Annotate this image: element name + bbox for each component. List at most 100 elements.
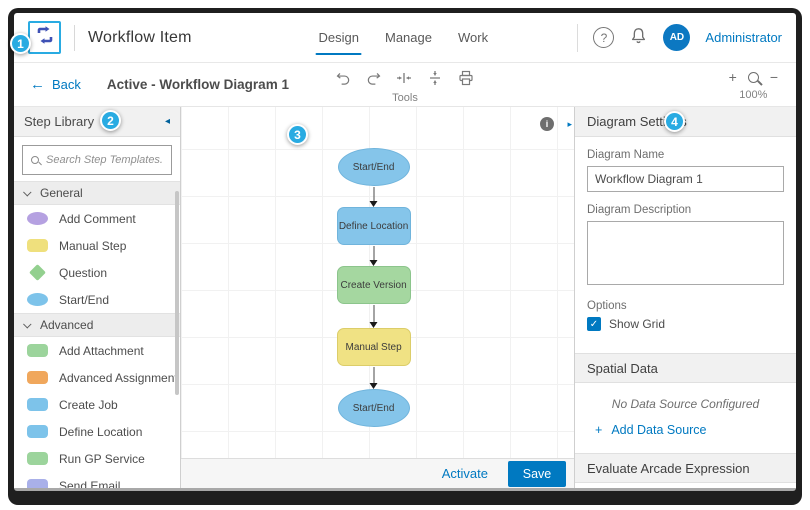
- step-template-define-location[interactable]: Define Location: [14, 418, 180, 445]
- activate-button[interactable]: Activate: [442, 466, 488, 481]
- rect-shape-icon: [27, 425, 48, 438]
- step-template-add-comment[interactable]: Add Comment: [14, 205, 180, 232]
- step-template-manual-step[interactable]: Manual Step: [14, 232, 180, 259]
- step-label: Run GP Service: [59, 452, 145, 466]
- step-library-header: Step Library ◂: [14, 107, 180, 137]
- node-end[interactable]: Start/End: [338, 389, 410, 427]
- flow-arrow: [369, 367, 378, 389]
- diamond-shape-icon: [29, 264, 46, 281]
- expand-panel-icon[interactable]: ▸: [567, 119, 572, 130]
- back-label: Back: [52, 77, 81, 92]
- step-label: Send Email: [59, 479, 120, 489]
- diagram-description-input[interactable]: [587, 221, 784, 285]
- tools-group: Tools: [336, 67, 474, 104]
- zoom-out-button[interactable]: −: [770, 69, 778, 85]
- step-library-title: Step Library: [24, 114, 94, 129]
- diagram-description-label: Diagram Description: [587, 204, 784, 216]
- step-template-create-job[interactable]: Create Job: [14, 391, 180, 418]
- workflow-manager-logo[interactable]: [28, 21, 61, 54]
- avatar[interactable]: AD: [663, 24, 690, 51]
- main-region: Step Library ◂ General Add Comment: [14, 107, 796, 488]
- tab-work[interactable]: Work: [458, 13, 488, 62]
- options-label: Options: [587, 300, 784, 312]
- section-general[interactable]: General: [14, 181, 180, 205]
- align-vertical-icon[interactable]: [427, 70, 443, 86]
- workflow-manager-app: Workflow Item Design Manage Work ? AD Ad…: [14, 13, 796, 491]
- node-label: Start/End: [353, 403, 395, 414]
- username[interactable]: Administrator: [705, 30, 782, 45]
- chevron-down-icon: [23, 320, 31, 328]
- step-template-add-attachment[interactable]: Add Attachment: [14, 337, 180, 364]
- ellipse-shape-icon: [27, 293, 48, 306]
- callout-badge-4: 4: [664, 111, 685, 132]
- callout-badge-2: 2: [100, 110, 121, 131]
- window-frame: Workflow Item Design Manage Work ? AD Ad…: [8, 8, 802, 505]
- rect-shape-icon: [27, 398, 48, 411]
- zoom-in-button[interactable]: +: [729, 69, 737, 85]
- spatial-data-header: Spatial Data: [575, 353, 796, 383]
- step-template-send-email[interactable]: Send Email: [14, 472, 180, 488]
- tab-design[interactable]: Design: [319, 13, 359, 62]
- node-start[interactable]: Start/End: [338, 148, 410, 186]
- step-template-run-gp-service[interactable]: Run GP Service: [14, 445, 180, 472]
- sidebar-scrollbar[interactable]: [175, 191, 179, 395]
- tab-manage[interactable]: Manage: [385, 13, 432, 62]
- step-label: Advanced Assignment: [59, 371, 178, 385]
- node-label: Manual Step: [345, 342, 401, 353]
- spatial-data-title: Spatial Data: [587, 361, 658, 376]
- step-template-advanced-assignment[interactable]: Advanced Assignment: [14, 364, 180, 391]
- save-button[interactable]: Save: [508, 461, 566, 487]
- node-label: Create Version: [340, 280, 406, 291]
- step-search: [22, 145, 172, 175]
- section-advanced[interactable]: Advanced: [14, 313, 180, 337]
- callout-badge-1: 1: [10, 33, 31, 54]
- main-tabs: Design Manage Work: [319, 13, 489, 62]
- search-icon: [31, 156, 39, 164]
- align-horizontal-icon[interactable]: [396, 70, 412, 86]
- search-input[interactable]: [46, 154, 163, 166]
- step-label: Start/End: [59, 293, 109, 307]
- diagram-settings-panel: Diagram Settings Diagram Name Diagram De…: [574, 107, 796, 488]
- node-create-version[interactable]: Create Version: [337, 266, 411, 304]
- node-manual-step[interactable]: Manual Step: [337, 328, 411, 366]
- flow-arrow: [369, 246, 378, 266]
- diagram-canvas[interactable]: i ▸ Start/End Define Location Create Ver…: [181, 107, 574, 488]
- notifications-bell-icon[interactable]: [629, 26, 648, 50]
- flow-arrow: [369, 305, 378, 328]
- app-header: Workflow Item Design Manage Work ? AD Ad…: [14, 13, 796, 63]
- zoom-level: 100%: [739, 89, 767, 101]
- page-title: Workflow Item: [88, 29, 192, 47]
- canvas-info-icon[interactable]: i: [540, 117, 554, 131]
- diagram-name-label: Diagram Name: [587, 149, 784, 161]
- node-define-location[interactable]: Define Location: [337, 207, 411, 245]
- arcade-expression-header: Evaluate Arcade Expression: [575, 453, 796, 483]
- zoom-controls: + − 100%: [729, 69, 778, 101]
- undo-icon[interactable]: [336, 71, 351, 86]
- step-label: Manual Step: [59, 239, 126, 253]
- add-data-source-button[interactable]: + Add Data Source: [595, 423, 796, 437]
- plus-icon: +: [595, 423, 602, 437]
- ellipse-shape-icon: [27, 212, 48, 225]
- help-icon[interactable]: ?: [593, 27, 614, 48]
- redo-icon[interactable]: [366, 71, 381, 86]
- arcade-expression-title: Evaluate Arcade Expression: [587, 461, 750, 476]
- back-arrow-icon: ←: [30, 77, 45, 92]
- step-template-start-end[interactable]: Start/End: [14, 286, 180, 313]
- diagram-status-title: Active - Workflow Diagram 1: [107, 77, 289, 92]
- collapse-panel-icon[interactable]: ◂: [165, 116, 170, 127]
- rect-shape-icon: [27, 452, 48, 465]
- flow-arrow: [369, 187, 378, 207]
- section-label: General: [40, 186, 83, 200]
- diagram-name-input[interactable]: [587, 166, 784, 192]
- show-grid-checkbox[interactable]: ✓: [587, 317, 601, 331]
- back-button[interactable]: ← Back: [30, 77, 81, 92]
- rect-shape-icon: [27, 344, 48, 357]
- step-template-question[interactable]: Question: [14, 259, 180, 286]
- header-divider-2: [577, 24, 578, 52]
- step-label: Add Attachment: [59, 344, 144, 358]
- magnifier-icon[interactable]: [748, 72, 759, 83]
- step-label: Question: [59, 266, 107, 280]
- step-label: Define Location: [59, 425, 142, 439]
- print-icon[interactable]: [458, 70, 474, 86]
- workflow-loop-icon: [35, 25, 55, 50]
